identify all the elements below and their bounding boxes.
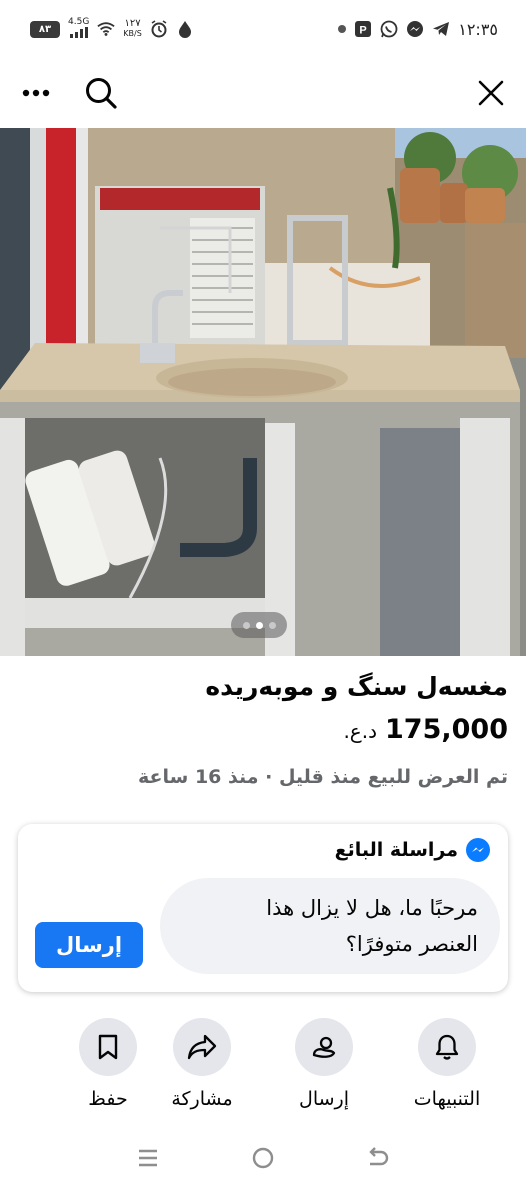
message-line-1: مرحبًا ما، هل لا يزال هذا	[266, 896, 478, 920]
message-card-title: مراسلة البائع	[334, 839, 458, 861]
system-nav-bar	[0, 1130, 526, 1186]
listing-meta: تم العرض للبيع منذ قليل · منذ 16 ساعة	[138, 766, 508, 788]
product-photo[interactable]	[0, 128, 526, 656]
send-button[interactable]: إرسال	[264, 1018, 384, 1110]
messenger-send-icon	[295, 1018, 353, 1076]
message-line-2: العنصر متوفرًا؟	[345, 932, 478, 956]
share-label: مشاركة	[171, 1088, 233, 1110]
pagination-dot	[242, 621, 250, 629]
svg-text:P: P	[360, 25, 367, 37]
send-message-button[interactable]: إرسال	[35, 922, 143, 968]
wifi-icon	[97, 20, 115, 38]
search-icon[interactable]	[84, 76, 118, 110]
alarm-icon	[150, 20, 168, 38]
listing-price: 175,000	[385, 714, 508, 745]
battery-level: ٨٣	[38, 23, 52, 35]
messenger-icon	[406, 20, 424, 38]
telegram-icon	[432, 20, 450, 38]
messenger-icon	[466, 838, 490, 862]
top-bar-left-group	[22, 76, 118, 110]
data-saver-icon	[176, 20, 194, 38]
top-bar	[0, 58, 526, 128]
share-icon	[173, 1018, 231, 1076]
send-label: إرسال	[299, 1088, 349, 1110]
network-speed: ١٢٧ KB/S	[123, 19, 142, 39]
bookmark-icon	[79, 1018, 137, 1076]
recent-apps-icon[interactable]	[128, 1138, 168, 1178]
bell-icon	[418, 1018, 476, 1076]
home-icon[interactable]	[243, 1138, 283, 1178]
share-button[interactable]: مشاركة	[142, 1018, 262, 1110]
battery-icon: ٨٣	[30, 20, 60, 38]
listing-title: مغسەل سنگ و موبەریدە	[205, 672, 508, 701]
alerts-label: التنبيهات	[413, 1088, 481, 1110]
status-left-group: ٨٣ 4.5G ١٢٧ KB/S	[30, 17, 194, 41]
status-bar: ٨٣ 4.5G ١٢٧ KB/S P ١٢:٣٥	[0, 0, 526, 58]
network-speed-unit: KB/S	[123, 29, 142, 38]
message-seller-card: مراسلة البائع مرحبًا ما، هل لا يزال هذا …	[18, 824, 508, 992]
product-photo-illustration	[0, 128, 526, 656]
pagination-dot-active	[255, 621, 263, 629]
message-input[interactable]: مرحبًا ما، هل لا يزال هذا العنصر متوفرًا…	[160, 878, 500, 974]
signal-icon: 4.5G	[68, 17, 89, 41]
notification-dot-icon	[338, 25, 347, 33]
clock: ١٢:٣٥	[458, 19, 498, 39]
whatsapp-icon	[380, 20, 398, 38]
more-options-icon[interactable]	[22, 89, 50, 97]
close-icon[interactable]	[478, 80, 504, 106]
save-label: حفظ	[88, 1088, 128, 1110]
network-speed-value: ١٢٧	[124, 18, 141, 29]
back-icon[interactable]	[358, 1138, 398, 1178]
alerts-button[interactable]: التنبيهات	[387, 1018, 507, 1110]
network-type: 4.5G	[68, 17, 90, 27]
pagination-dot	[268, 621, 276, 629]
listing-currency: د.ع.	[343, 719, 378, 743]
photo-pagination	[231, 612, 287, 638]
action-row: حفظ مشاركة إرسال التنبيهات	[0, 1018, 526, 1128]
price-row: 175,000 د.ع.	[343, 714, 508, 745]
message-card-header: مراسلة البائع	[335, 838, 490, 862]
parking-icon: P	[354, 20, 372, 38]
status-right-group: P ١٢:٣٥	[338, 20, 498, 39]
